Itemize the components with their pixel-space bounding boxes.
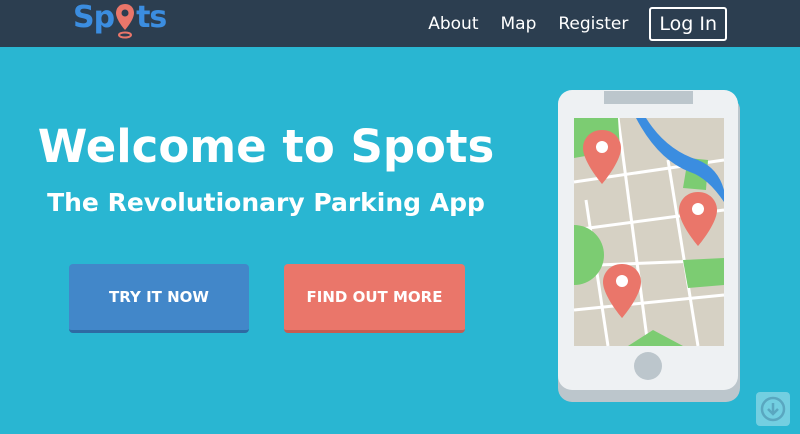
try-it-now-button[interactable]: TRY IT NOW <box>69 264 249 333</box>
find-out-more-button[interactable]: FIND OUT MORE <box>284 264 465 333</box>
phone-map-illustration <box>558 90 740 402</box>
nav-links: About Map Register Log In <box>406 6 727 41</box>
logo-text-left: Sp <box>73 0 115 35</box>
login-button[interactable]: Log In <box>649 6 727 41</box>
logo-text-right: ts <box>136 0 167 35</box>
arrow-down-circle-icon[interactable] <box>756 392 790 426</box>
nav-link-about[interactable]: About <box>428 14 478 34</box>
nav-link-register[interactable]: Register <box>558 14 628 34</box>
map-pin-icon <box>115 0 135 40</box>
hero-subtitle: The Revolutionary Parking App <box>47 188 485 217</box>
hero-title: Welcome to Spots <box>37 120 495 173</box>
nav-link-map[interactable]: Map <box>500 14 536 34</box>
logo[interactable]: Sp ts <box>73 0 167 44</box>
navbar: Sp ts About Map Register Log In <box>0 0 800 47</box>
